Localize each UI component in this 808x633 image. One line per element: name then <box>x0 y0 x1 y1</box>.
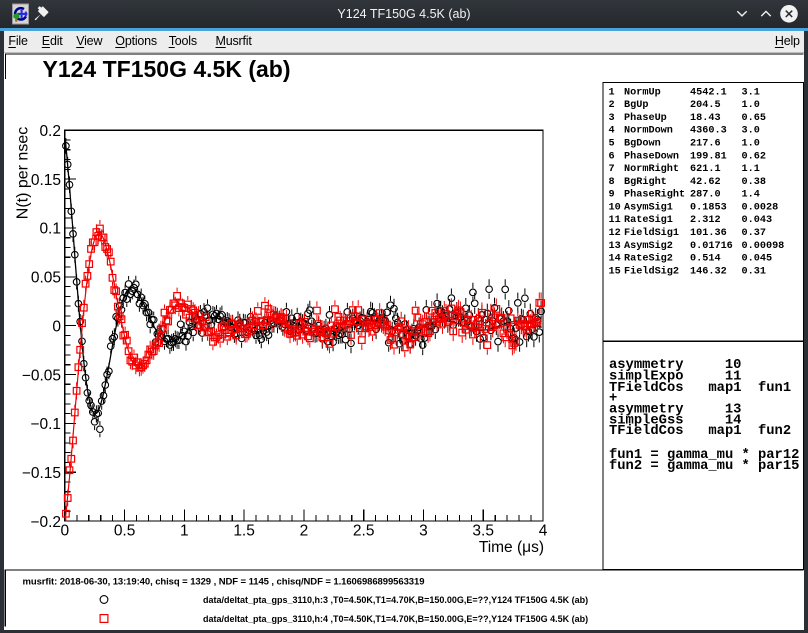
svg-text:217.6: 217.6 <box>690 139 721 150</box>
svg-text:BgRight: BgRight <box>624 176 667 188</box>
svg-text:287.0: 287.0 <box>690 190 721 201</box>
svg-text:1.5: 1.5 <box>233 523 255 540</box>
svg-text:AsymSig2: AsymSig2 <box>624 240 673 252</box>
svg-text:data/deltat_pta_gps_3110,h:3 ,: data/deltat_pta_gps_3110,h:3 ,T0=4.50K,T… <box>203 595 588 605</box>
svg-text:RateSig1: RateSig1 <box>624 214 673 226</box>
svg-text:3: 3 <box>609 113 615 124</box>
svg-text:4: 4 <box>539 523 548 540</box>
svg-text:204.5: 204.5 <box>690 100 721 111</box>
svg-text:0.38: 0.38 <box>742 177 766 188</box>
svg-text:13: 13 <box>609 241 621 252</box>
svg-text:−0.2: −0.2 <box>30 514 61 531</box>
svg-text:FieldSig1: FieldSig1 <box>624 227 679 239</box>
svg-text:0.65: 0.65 <box>742 113 766 124</box>
svg-text:0.514: 0.514 <box>690 254 721 265</box>
svg-text:fun2: fun2 <box>609 458 642 474</box>
svg-text:0: 0 <box>60 523 69 540</box>
svg-text:15: 15 <box>609 266 621 277</box>
svg-text:3.5: 3.5 <box>472 523 494 540</box>
svg-text:TFieldCos: TFieldCos <box>609 423 684 439</box>
svg-text:146.32: 146.32 <box>690 266 727 277</box>
svg-text:199.81: 199.81 <box>690 151 727 162</box>
svg-text:AsymSig1: AsymSig1 <box>624 201 673 213</box>
svg-text:PhaseUp: PhaseUp <box>624 112 667 124</box>
svg-text:1.0: 1.0 <box>742 139 760 150</box>
svg-text:3.1: 3.1 <box>742 87 760 98</box>
svg-text:0.37: 0.37 <box>742 228 766 239</box>
svg-text:0.1853: 0.1853 <box>690 202 727 213</box>
svg-text:0: 0 <box>52 318 61 335</box>
svg-text:RateSig2: RateSig2 <box>624 253 673 265</box>
svg-text:−0.15: −0.15 <box>22 465 61 482</box>
svg-text:=: = <box>650 459 658 474</box>
svg-text:BgDown: BgDown <box>624 139 661 150</box>
svg-text:4360.3: 4360.3 <box>690 126 727 137</box>
svg-text:14: 14 <box>609 254 621 265</box>
svg-text:0.31: 0.31 <box>742 266 766 277</box>
svg-text:musrfit: 2018-06-30, 13:19:40,: musrfit: 2018-06-30, 13:19:40, chisq = 1… <box>23 577 425 588</box>
svg-text:4: 4 <box>609 126 615 137</box>
svg-text:NormUp: NormUp <box>624 87 661 98</box>
svg-text:N(t) per nsec: N(t) per nsec <box>15 127 32 219</box>
svg-text:1: 1 <box>609 87 615 98</box>
svg-text:0.05: 0.05 <box>31 270 61 287</box>
svg-text:2.5: 2.5 <box>353 523 375 540</box>
svg-text:PhaseDown: PhaseDown <box>624 150 679 162</box>
svg-text:BgUp: BgUp <box>624 100 648 111</box>
svg-text:0.2: 0.2 <box>39 123 61 140</box>
svg-text:2: 2 <box>609 100 615 111</box>
svg-text:0.00098: 0.00098 <box>742 241 785 252</box>
svg-text:7: 7 <box>609 164 615 175</box>
svg-text:0.043: 0.043 <box>742 215 773 226</box>
svg-text:42.62: 42.62 <box>690 177 721 188</box>
svg-text:FieldSig2: FieldSig2 <box>624 265 679 277</box>
svg-text:10: 10 <box>609 202 621 213</box>
svg-text:fun2: fun2 <box>758 423 791 439</box>
svg-text:Time (μs): Time (μs) <box>479 539 544 556</box>
svg-text:2: 2 <box>300 523 309 540</box>
svg-text:PhaseRight: PhaseRight <box>624 189 685 201</box>
svg-text:0.62: 0.62 <box>742 151 766 162</box>
svg-text:0.5: 0.5 <box>114 523 136 540</box>
svg-text:data/deltat_pta_gps_3110,h:4 ,: data/deltat_pta_gps_3110,h:4 ,T0=4.50K,T… <box>203 614 588 624</box>
svg-text:101.36: 101.36 <box>690 228 727 239</box>
svg-text:3: 3 <box>419 523 428 540</box>
svg-text:gamma_mu: gamma_mu <box>667 459 733 474</box>
svg-text:TFieldCos: TFieldCos <box>609 380 684 396</box>
svg-text:Y124 TF150G 4.5K (ab): Y124 TF150G 4.5K (ab) <box>43 56 291 82</box>
svg-text:4542.1: 4542.1 <box>690 87 727 98</box>
svg-text:0.01716: 0.01716 <box>690 241 733 252</box>
svg-text:11: 11 <box>609 215 621 226</box>
svg-text:NormRight: NormRight <box>624 163 679 175</box>
svg-text:0.045: 0.045 <box>742 254 773 265</box>
svg-text:3.0: 3.0 <box>742 126 760 137</box>
svg-text:0.1: 0.1 <box>39 221 61 238</box>
svg-text:1.4: 1.4 <box>742 190 760 201</box>
svg-text:0.0028: 0.0028 <box>742 202 779 213</box>
svg-text:−0.1: −0.1 <box>30 416 61 433</box>
svg-text:NormDown: NormDown <box>624 126 673 137</box>
svg-text:map1: map1 <box>708 381 741 396</box>
svg-text:8: 8 <box>609 177 615 188</box>
svg-text:621.1: 621.1 <box>690 164 721 175</box>
svg-text:2.312: 2.312 <box>690 215 721 226</box>
svg-text:1.0: 1.0 <box>742 100 760 111</box>
svg-text:5: 5 <box>609 139 615 150</box>
svg-text:1.1: 1.1 <box>742 164 760 175</box>
svg-text:0.15: 0.15 <box>31 172 61 189</box>
svg-text:*: * <box>742 458 750 474</box>
svg-text:1: 1 <box>180 523 189 540</box>
svg-text:fun1: fun1 <box>758 380 791 396</box>
svg-text:−0.05: −0.05 <box>22 367 61 384</box>
svg-text:6: 6 <box>609 151 615 162</box>
svg-text:18.43: 18.43 <box>690 113 721 124</box>
svg-text:9: 9 <box>609 190 615 201</box>
svg-text:12: 12 <box>609 228 621 239</box>
svg-text:map1: map1 <box>708 424 741 439</box>
svg-text:par15: par15 <box>758 459 799 474</box>
